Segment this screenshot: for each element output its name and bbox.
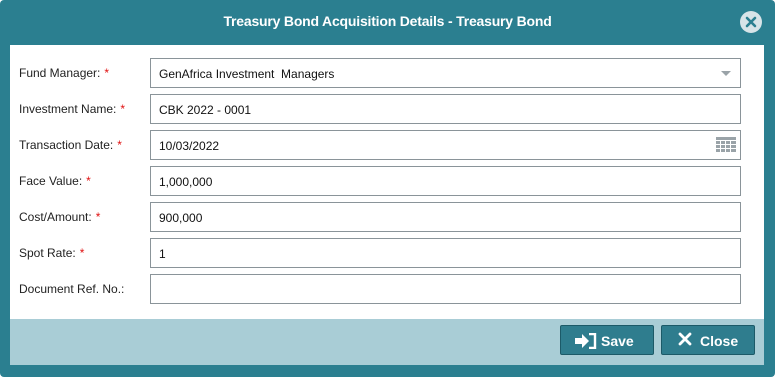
face-value-label: Face Value: * (19, 174, 91, 188)
investment-name-row: Investment Name: * CBK 2022 - 0001 (10, 94, 764, 124)
chevron-down-icon[interactable] (721, 71, 731, 76)
required-marker: * (104, 66, 110, 80)
face-value-input[interactable]: 1,000,000 (150, 166, 741, 196)
required-marker: * (120, 102, 126, 116)
dialog-titlebar: Treasury Bond Acquisition Details - Trea… (0, 0, 775, 44)
fund-manager-select[interactable]: GenAfrica Investment Managers (150, 58, 741, 88)
cost-amount-value: 900,000 (159, 211, 203, 225)
document-ref-row: Document Ref. No.: (10, 274, 764, 304)
face-value-row: Face Value: * 1,000,000 (10, 166, 764, 196)
spot-rate-value: 1 (159, 247, 166, 261)
calendar-icon[interactable] (716, 137, 736, 156)
required-marker: * (117, 138, 122, 152)
close-button-label: Close (700, 333, 739, 349)
fund-manager-label: Fund Manager: * (19, 66, 110, 80)
save-button[interactable]: Save (560, 325, 654, 355)
cost-amount-label: Cost/Amount: * (19, 210, 101, 224)
investment-name-input[interactable]: CBK 2022 - 0001 (150, 94, 741, 124)
fund-manager-value: GenAfrica Investment Managers (159, 67, 335, 81)
dialog-footer: Save Close (10, 319, 764, 365)
cost-amount-row: Cost/Amount: * 900,000 (10, 202, 764, 232)
required-marker: * (86, 174, 91, 188)
fund-manager-row: Fund Manager: * GenAfrica Investment Mana… (10, 58, 764, 88)
document-ref-input[interactable] (150, 274, 741, 304)
save-button-label: Save (601, 333, 634, 349)
dialog: Treasury Bond Acquisition Details - Trea… (0, 0, 775, 377)
sign-in-arrow-icon (575, 333, 597, 349)
spot-rate-label: Spot Rate: * (19, 246, 85, 260)
transaction-date-input[interactable]: 10/03/2022 (150, 130, 741, 160)
transaction-date-label: Transaction Date: * (19, 138, 122, 152)
close-circle-icon[interactable] (740, 11, 762, 33)
investment-name-label: Investment Name: * (19, 102, 126, 116)
close-button[interactable]: Close (661, 325, 755, 355)
required-marker: * (79, 246, 85, 260)
spot-rate-row: Spot Rate: * 1 (10, 238, 764, 268)
x-icon (678, 332, 692, 346)
cost-amount-input[interactable]: 900,000 (150, 202, 741, 232)
dialog-title: Treasury Bond Acquisition Details - Trea… (223, 13, 552, 29)
transaction-date-value: 10/03/2022 (159, 139, 220, 153)
face-value-value: 1,000,000 (159, 175, 213, 189)
spot-rate-input[interactable]: 1 (150, 238, 741, 268)
form-body: Fund Manager: * GenAfrica Investment Mana… (10, 45, 764, 319)
investment-name-value: CBK 2022 - 0001 (159, 103, 252, 117)
transaction-date-row: Transaction Date: * 10/03/2022 (10, 130, 764, 160)
document-ref-label: Document Ref. No.: (19, 282, 125, 296)
required-marker: * (95, 210, 101, 224)
